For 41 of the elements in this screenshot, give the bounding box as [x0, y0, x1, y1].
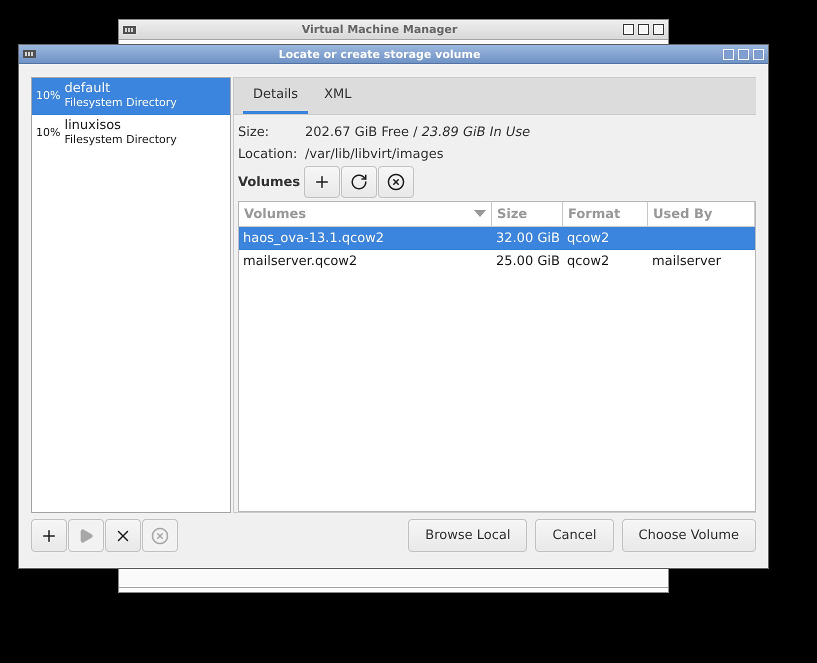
- app-icon: [23, 49, 36, 59]
- sort-icon: [474, 210, 486, 218]
- location-value: /var/lib/libvirt/images: [305, 146, 444, 162]
- pool-type: Filesystem Directory: [64, 96, 177, 109]
- size-label: Size:: [238, 124, 270, 140]
- dialog-button[interactable]: Choose Volume: [622, 519, 756, 552]
- tab[interactable]: XML: [314, 78, 362, 114]
- table-cell-text: qcow2: [566, 253, 610, 271]
- play-icon: [78, 528, 94, 544]
- delete-button[interactable]: [378, 166, 414, 198]
- pool-usage: 10%: [36, 89, 60, 104]
- delete-icon: [151, 526, 169, 544]
- size-value: 202.67 GiB Free / 23.89 GiB In Use: [305, 124, 530, 140]
- dialog-button[interactable]: Browse Local: [408, 519, 528, 552]
- table-cell-text: haos_ova-13.1.qcow2: [242, 230, 386, 248]
- location-label: Location:: [238, 146, 298, 162]
- add-button[interactable]: [304, 166, 340, 198]
- pool-type: Filesystem Directory: [64, 133, 177, 146]
- window-title: Locate or create storage volume: [278, 48, 482, 60]
- table-row[interactable]: haos_ova-13.1.qcow2 32.00 GiB qcow2: [239, 227, 755, 250]
- table-cell-text: qcow2: [566, 230, 610, 248]
- dialog-button[interactable]: Cancel: [535, 519, 614, 552]
- app-icon: [123, 24, 136, 34]
- refresh-icon: [350, 173, 368, 191]
- table-cell-text: 32.00 GiB: [495, 230, 561, 248]
- pool-name: default: [64, 81, 112, 96]
- pool-usage: 10%: [36, 126, 60, 141]
- maximize-button[interactable]: [638, 24, 649, 35]
- add-button[interactable]: [31, 519, 67, 552]
- window-title: Virtual Machine Manager: [300, 23, 458, 36]
- close-button[interactable]: [653, 24, 664, 35]
- pool-name: linuxisos: [64, 118, 122, 133]
- table-cell-text: mailserver.qcow2: [242, 253, 358, 271]
- minimize-button[interactable]: [623, 24, 634, 35]
- table-cell-text: 25.00 GiB: [495, 253, 561, 271]
- refresh-button[interactable]: [341, 166, 378, 198]
- stop-button[interactable]: [105, 519, 141, 552]
- volumes-label: Volumes: [238, 174, 300, 190]
- tab[interactable]: Details: [243, 78, 308, 114]
- delete-icon: [387, 173, 406, 191]
- table-cell-text: mailserver: [651, 253, 722, 271]
